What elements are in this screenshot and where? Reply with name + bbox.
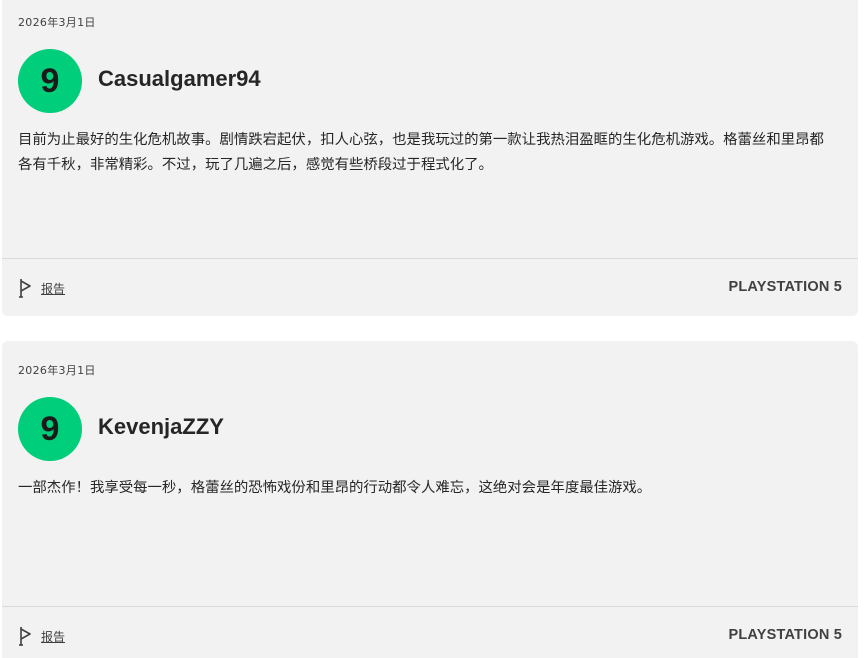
score-badge: 9 xyxy=(18,49,82,113)
reviewer-username[interactable]: KevenjaZZY xyxy=(98,414,224,440)
flag-icon xyxy=(19,626,33,646)
report-button[interactable]: 报告 xyxy=(19,626,65,646)
review-text: 目前为止最好的生化危机故事。剧情跌宕起伏，扣人心弦，也是我玩过的第一款让我热泪盈… xyxy=(18,132,824,173)
report-label[interactable]: 报告 xyxy=(41,628,65,645)
reviewer-username[interactable]: Casualgamer94 xyxy=(98,66,261,92)
review-date: 2026年3月1日 xyxy=(18,364,96,377)
review-card: 2026年3月1日 9 Casualgamer94 目前为止最好的生化危机故事。… xyxy=(2,0,858,316)
card-divider xyxy=(2,606,858,607)
card-divider xyxy=(2,258,858,259)
report-button[interactable]: 报告 xyxy=(19,278,65,298)
review-date: 2026年3月1日 xyxy=(18,16,96,29)
platform-label: PLAYSTATION 5 xyxy=(728,279,842,295)
review-text: 一部杰作！我享受每一秒，格蕾丝的恐怖戏份和里昂的行动都令人难忘，这绝对会是年度最… xyxy=(18,480,652,496)
score-badge: 9 xyxy=(18,397,82,461)
review-list: 2026年3月1日 9 Casualgamer94 目前为止最好的生化危机故事。… xyxy=(0,0,865,658)
platform-label: PLAYSTATION 5 xyxy=(728,627,842,643)
review-card: 2026年3月1日 9 KevenjaZZY 一部杰作！我享受每一秒，格蕾丝的恐… xyxy=(2,341,858,658)
report-label[interactable]: 报告 xyxy=(41,280,65,297)
flag-icon xyxy=(19,278,33,298)
